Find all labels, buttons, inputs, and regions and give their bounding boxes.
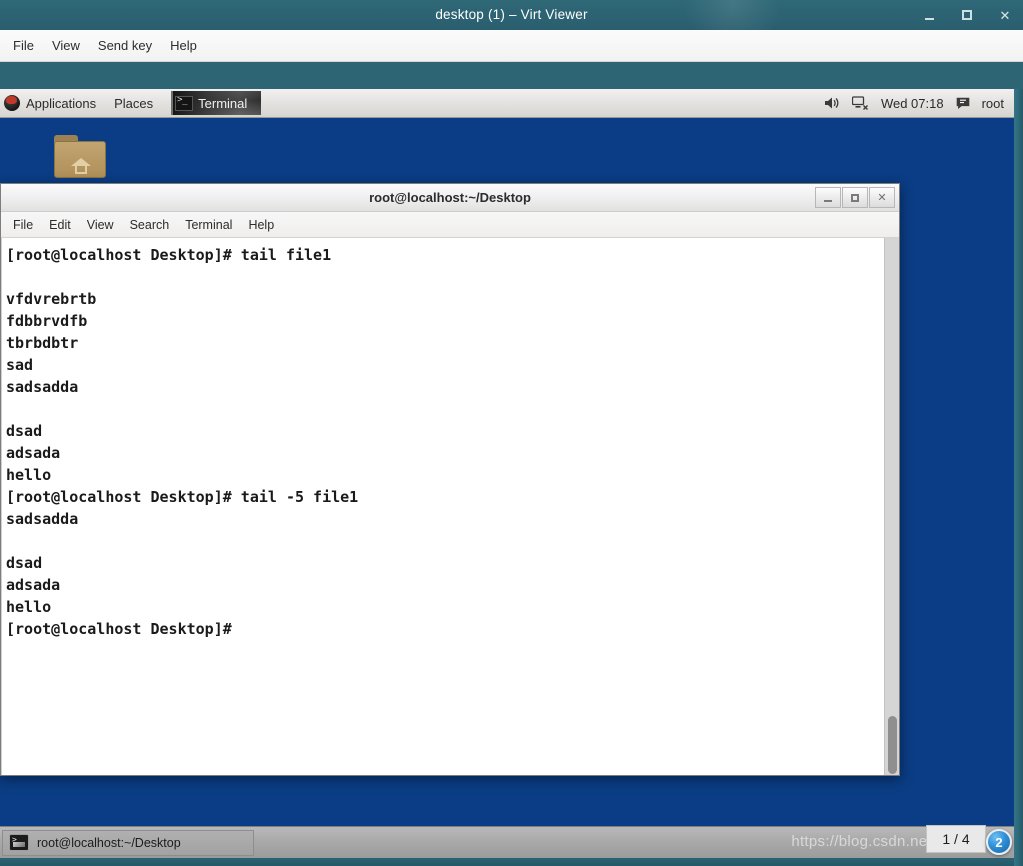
- terminal-menu-edit[interactable]: Edit: [41, 215, 79, 235]
- messaging-icon[interactable]: [956, 97, 970, 110]
- terminal-line: fdbbrvdfb: [6, 312, 88, 330]
- vv-menu-view[interactable]: View: [43, 35, 89, 56]
- terminal-body: [root@localhost Desktop]# tail file1 vfd…: [1, 238, 899, 775]
- virt-viewer-maximize-button[interactable]: [957, 5, 977, 25]
- virt-viewer-close-button[interactable]: ✕: [995, 5, 1015, 25]
- terminal-line: dsad: [6, 554, 43, 572]
- bottom-taskbar: root@localhost:~/Desktop https://blog.cs…: [0, 825, 1014, 858]
- vv-menu-send-key[interactable]: Send key: [89, 35, 161, 56]
- fedora-logo-icon: [4, 95, 20, 111]
- vv-menu-help[interactable]: Help: [161, 35, 206, 56]
- applications-menu-label: Applications: [26, 95, 97, 111]
- panel-clock[interactable]: Wed 07:18: [881, 96, 944, 111]
- terminal-line: sadsadda: [6, 510, 79, 528]
- terminal-scrollbar-thumb[interactable]: [888, 716, 897, 774]
- terminal-output-area[interactable]: [root@localhost Desktop]# tail file1 vfd…: [1, 238, 884, 775]
- gnome-panel-tray: Wed 07:18 root: [824, 89, 1014, 118]
- taskbar-window-label: root@localhost:~/Desktop: [37, 835, 181, 850]
- terminal-menu-search[interactable]: Search: [122, 215, 178, 235]
- terminal-line: tbrbdbtr: [6, 334, 79, 352]
- terminal-icon: [175, 95, 194, 111]
- terminal-line: [root@localhost Desktop]# tail file1: [6, 246, 332, 264]
- terminal-close-button[interactable]: ✕: [869, 187, 895, 208]
- desktop-area[interactable]: home Trash file1 root@localhost:~/Deskto…: [0, 118, 1014, 826]
- viewport-edge-bottom: [0, 858, 1014, 866]
- maximize-icon: [962, 10, 972, 20]
- terminal-line: [root@localhost Desktop]#: [6, 620, 232, 638]
- screen-root: desktop (1) – Virt Viewer ✕ File View Se…: [0, 0, 1023, 866]
- terminal-icon: [9, 834, 29, 851]
- minimize-icon: [824, 199, 832, 202]
- page-indicator: 1 / 4: [926, 825, 986, 853]
- terminal-line: [root@localhost Desktop]# tail -5 file1: [6, 488, 359, 506]
- virt-viewer-title: desktop (1) – Virt Viewer: [435, 7, 588, 22]
- terminal-line: dsad: [6, 422, 43, 440]
- speaker-icon[interactable]: [824, 96, 840, 110]
- terminal-line: vfdvrebrtb: [6, 290, 97, 308]
- panel-user-label[interactable]: root: [982, 96, 1004, 111]
- terminal-line: sadsadda: [6, 378, 79, 396]
- network-disconnected-icon[interactable]: [851, 96, 869, 110]
- terminal-window-title: root@localhost:~/Desktop: [369, 190, 531, 205]
- virt-viewer-window-controls: ✕: [919, 0, 1015, 30]
- terminal-line: adsada: [6, 444, 61, 462]
- places-menu-label: Places: [114, 95, 154, 111]
- gnome-top-panel: Applications Places Terminal Wed 07:18 r…: [0, 89, 1014, 118]
- panel-window-button-label: Terminal: [198, 95, 248, 111]
- terminal-line: hello: [6, 598, 52, 616]
- terminal-scrollbar[interactable]: [884, 238, 899, 775]
- viewport-edge-right: [1014, 89, 1023, 866]
- browser-badge-icon[interactable]: 2: [986, 829, 1012, 855]
- virt-viewer-minimize-button[interactable]: [919, 5, 939, 25]
- terminal-minimize-button[interactable]: [815, 187, 841, 208]
- terminal-menu-view[interactable]: View: [79, 215, 122, 235]
- virt-viewer-titlebar: desktop (1) – Virt Viewer ✕: [0, 0, 1023, 40]
- terminal-menubar: File Edit View Search Terminal Help: [1, 212, 899, 238]
- terminal-menu-file[interactable]: File: [5, 215, 41, 235]
- terminal-line: hello: [6, 466, 52, 484]
- terminal-window-controls: ✕: [815, 187, 895, 208]
- minimize-icon: [924, 17, 934, 20]
- applications-menu[interactable]: Applications: [0, 89, 104, 118]
- virt-viewer-menubar: File View Send key Help: [0, 30, 1023, 62]
- terminal-line: adsada: [6, 576, 61, 594]
- terminal-menu-help[interactable]: Help: [240, 215, 282, 235]
- home-folder-icon: [54, 135, 106, 179]
- maximize-icon: [851, 193, 859, 202]
- taskbar-window-item[interactable]: root@localhost:~/Desktop: [2, 829, 254, 856]
- places-menu[interactable]: Places: [104, 89, 163, 118]
- panel-window-button-terminal[interactable]: Terminal: [171, 91, 262, 115]
- gnome-panel-left: Applications Places Terminal: [0, 89, 262, 118]
- terminal-maximize-button[interactable]: [842, 187, 868, 208]
- terminal-menu-terminal[interactable]: Terminal: [177, 215, 240, 235]
- terminal-line: sad: [6, 356, 34, 374]
- terminal-window[interactable]: root@localhost:~/Desktop ✕ File Edit Vie…: [0, 183, 900, 776]
- terminal-titlebar[interactable]: root@localhost:~/Desktop ✕: [1, 184, 899, 212]
- vv-menu-file[interactable]: File: [4, 35, 43, 56]
